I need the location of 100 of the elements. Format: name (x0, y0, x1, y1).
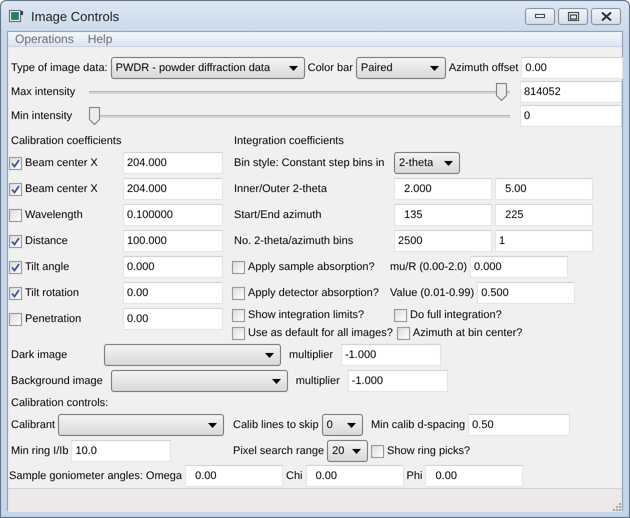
input-field[interactable]: 2500 (394, 230, 492, 252)
field-label: Bin style: Constant step bins in (234, 157, 386, 169)
field-label: Beam center X (24, 183, 99, 195)
field-label: Start/End azimuth (234, 209, 322, 221)
caret-icon (265, 352, 274, 358)
field-label: Apply detector absorption? (248, 287, 380, 299)
field-label: Do full integration? (410, 309, 502, 321)
checkbox[interactable] (9, 156, 22, 170)
field-label: Calib lines to skip (233, 419, 319, 431)
checkbox[interactable] (394, 308, 407, 322)
checkbox[interactable] (232, 326, 245, 340)
menu-item[interactable]: Operations (15, 32, 74, 46)
field-label: Inner/Outer 2-theta (234, 183, 328, 195)
input-field[interactable]: 135 (394, 204, 492, 226)
field-label: Omega (146, 470, 182, 482)
checkbox[interactable] (9, 286, 22, 300)
input-field[interactable]: 225 (495, 204, 593, 226)
caret-icon (272, 378, 281, 384)
maximize-button[interactable] (558, 8, 588, 24)
field-label: Azimuth offset (448, 62, 518, 74)
input-field[interactable]: 0.100000 (123, 204, 223, 226)
field-label: Tilt rotation (24, 287, 80, 299)
input-field[interactable]: 814052 (520, 81, 622, 103)
checkbox[interactable] (396, 326, 410, 340)
checkbox[interactable] (9, 260, 22, 274)
field-label: Dark image (11, 349, 68, 361)
input-field[interactable]: 204.000 (123, 152, 223, 174)
input-field[interactable]: 0.500 (477, 282, 576, 304)
checkbox[interactable] (232, 286, 245, 300)
input-field[interactable]: -1.000 (341, 344, 442, 366)
resize-grip-icon[interactable] (611, 501, 621, 511)
checkbox[interactable] (9, 234, 22, 248)
window-title: Image Controls (31, 8, 120, 24)
field-label: Max intensity (11, 86, 76, 98)
field-label: Beam center X (24, 157, 99, 169)
input-field[interactable]: 0.00 (123, 282, 223, 304)
input-field[interactable]: -1.000 (348, 370, 448, 392)
checkbox[interactable] (9, 312, 22, 326)
section-title: Calibration coefficients (11, 135, 122, 147)
input-field[interactable]: 0.00 (185, 465, 283, 487)
caret-icon (444, 160, 453, 166)
input-field[interactable]: 1 (495, 230, 593, 252)
dropdown[interactable]: 2-theta (394, 152, 460, 174)
field-label: Phi (406, 470, 422, 482)
field-label: Azimuth at bin center? (412, 327, 522, 339)
checkbox[interactable] (9, 182, 22, 196)
caret-icon (208, 422, 218, 428)
input-field[interactable]: 0.00 (521, 57, 624, 79)
maximize-icon (568, 12, 578, 20)
field-label: Min calib d-spacing (371, 419, 466, 431)
input-field[interactable]: 0.000 (470, 256, 568, 278)
minimize-icon (535, 14, 545, 18)
field-label: Apply sample absorption? (248, 261, 376, 273)
field-label: Value (0.01-0.99) (390, 287, 474, 299)
menu-item[interactable]: Help (88, 32, 112, 46)
input-field[interactable]: 0.00 (425, 465, 524, 487)
field-label: Show integration limits? (248, 309, 364, 321)
dropdown[interactable]: Paired (356, 57, 446, 79)
dropdown[interactable]: PWDR - powder diffraction data (110, 57, 305, 79)
slider[interactable] (89, 81, 510, 103)
input-field[interactable]: 0.00 (123, 308, 223, 330)
field-label: multiplier (289, 349, 334, 361)
close-button[interactable] (591, 8, 621, 24)
input-field[interactable]: 100.000 (123, 230, 223, 252)
slider-thumb[interactable] (496, 83, 507, 101)
dropdown[interactable]: 20 (327, 440, 368, 462)
checkbox[interactable] (232, 308, 245, 322)
section-title: Calibration controls: (11, 397, 108, 409)
dropdown[interactable]: 0 (322, 414, 363, 436)
checkbox[interactable] (232, 260, 245, 274)
dropdown[interactable] (58, 414, 224, 436)
input-field[interactable]: 0 (520, 105, 622, 127)
field-label: No. 2-theta/azimuth bins (234, 235, 354, 247)
slider[interactable] (89, 105, 510, 127)
input-field[interactable]: 204.000 (123, 178, 223, 200)
dropdown[interactable] (110, 370, 288, 392)
field-label: multiplier (296, 375, 340, 387)
field-label: Wavelength (24, 209, 84, 221)
checkbox[interactable] (9, 208, 22, 222)
input-field[interactable]: 0.000 (123, 256, 223, 278)
caret-icon (288, 66, 298, 70)
field-label: Min ring I/Ib (11, 445, 68, 457)
field-label: Tilt angle (24, 261, 70, 273)
caret-icon (352, 448, 362, 454)
input-field[interactable]: 0.50 (468, 414, 570, 436)
slider-thumb[interactable] (89, 107, 100, 125)
input-field[interactable]: 0.00 (306, 465, 404, 487)
field-label: Min intensity (11, 110, 74, 122)
field-label: Pixel search range (233, 445, 324, 457)
field-label: Penetration (24, 313, 82, 325)
input-field[interactable]: 10.0 (71, 440, 172, 462)
field-label: Show ring picks? (387, 445, 470, 457)
dropdown[interactable] (104, 344, 281, 366)
field-label: Distance (24, 235, 69, 247)
minimize-button[interactable] (525, 8, 555, 24)
input-field[interactable]: 5.00 (495, 178, 593, 200)
input-field[interactable]: 2.000 (394, 178, 492, 200)
caret-icon (346, 422, 356, 428)
field-label: Calibrant (11, 419, 56, 431)
checkbox[interactable] (371, 444, 384, 458)
